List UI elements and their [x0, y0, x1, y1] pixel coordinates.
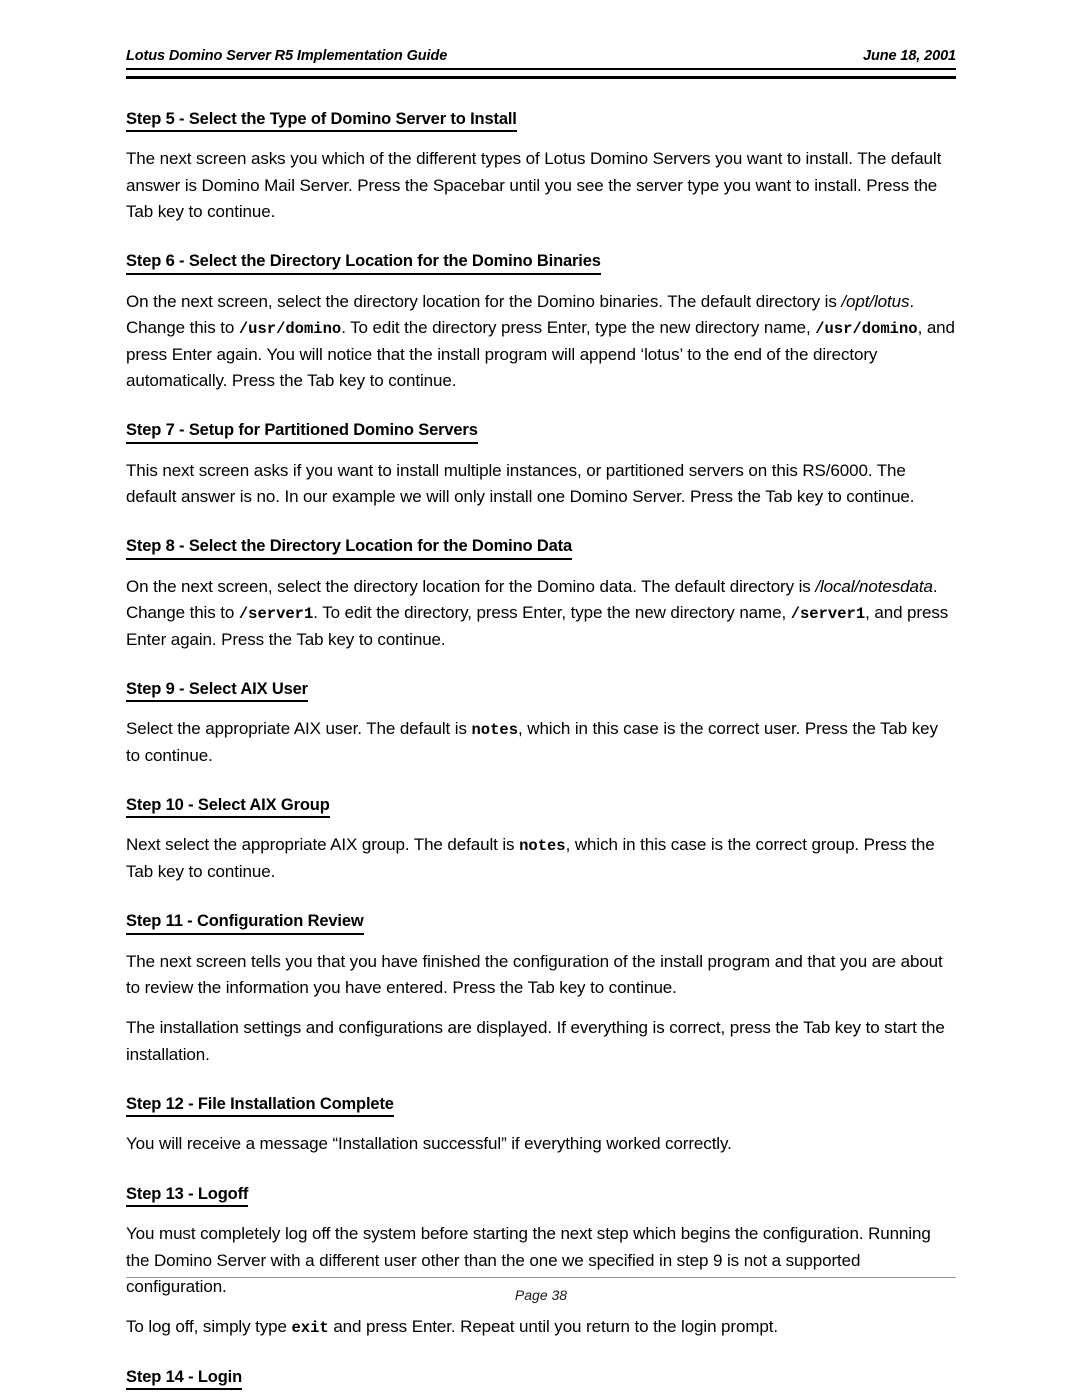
body-paragraph: The next screen tells you that you have … [126, 949, 956, 1002]
header-divider [126, 68, 956, 79]
code-run: /usr/domino [815, 320, 918, 339]
step-heading: Step 9 - Select AIX User [126, 679, 308, 703]
running-header: Lotus Domino Server R5 Implementation Gu… [126, 48, 956, 64]
emphasis-run: /local/notesdata [815, 576, 933, 596]
step-heading: Step 5 - Select the Type of Domino Serve… [126, 109, 517, 133]
body-paragraph: On the next screen, select the directory… [126, 574, 956, 653]
step-heading: Step 10 - Select AIX Group [126, 795, 330, 819]
section-heading-block: Step 14 - Login [126, 1367, 956, 1390]
code-run: /server1 [790, 605, 866, 624]
text-run: On the next screen, select the directory… [126, 291, 842, 311]
body-paragraph: This next screen asks if you want to ins… [126, 458, 956, 511]
body-paragraph: On the next screen, select the directory… [126, 289, 956, 394]
section-heading-block: Step 8 - Select the Directory Location f… [126, 536, 956, 560]
page-number: Page 38 [514, 1287, 568, 1303]
code-run: /usr/domino [238, 320, 342, 339]
text-run: The installation settings and configurat… [126, 1018, 945, 1064]
text-run: On the next screen, select the directory… [126, 576, 816, 596]
code-run: exit [291, 1319, 329, 1338]
section-heading-block: Step 10 - Select AIX Group [126, 795, 956, 819]
text-run: Next select the appropriate AIX group. T… [126, 835, 520, 855]
text-run: To log off, simply type [126, 1317, 292, 1337]
step-heading: Step 6 - Select the Directory Location f… [126, 251, 601, 275]
header-date: June 18, 2001 [862, 48, 956, 64]
body-paragraph: The installation settings and configurat… [126, 1015, 956, 1068]
footer-divider [126, 1277, 956, 1278]
text-run: The next screen asks you which of the di… [126, 149, 942, 222]
body-paragraph: The next screen asks you which of the di… [126, 146, 956, 225]
body-paragraph: Select the appropriate AIX user. The def… [126, 716, 956, 769]
page-content: Lotus Domino Server R5 Implementation Gu… [126, 48, 956, 1397]
section-heading-block: Step 9 - Select AIX User [126, 679, 956, 703]
step-heading: Step 14 - Login [126, 1367, 242, 1390]
text-run: . To edit the directory press Enter, typ… [341, 318, 816, 338]
body-paragraph: You will receive a message “Installation… [126, 1131, 956, 1157]
section-heading-block: Step 11 - Configuration Review [126, 911, 956, 935]
sections-container: Step 5 - Select the Type of Domino Serve… [126, 109, 956, 1397]
section-heading-block: Step 7 - Setup for Partitioned Domino Se… [126, 420, 956, 444]
document-page: Lotus Domino Server R5 Implementation Gu… [0, 0, 1080, 1397]
text-run: The next screen tells you that you have … [126, 951, 943, 997]
section-heading-block: Step 5 - Select the Type of Domino Serve… [126, 109, 956, 133]
code-run: /server1 [238, 605, 314, 624]
step-heading: Step 8 - Select the Directory Location f… [126, 536, 572, 560]
step-heading: Step 13 - Logoff [126, 1184, 248, 1208]
running-footer: Page 38 [126, 1277, 956, 1303]
text-run: . To edit the directory, press Enter, ty… [313, 603, 791, 623]
body-paragraph: To log off, simply type exit and press E… [126, 1314, 956, 1340]
step-heading: Step 11 - Configuration Review [126, 911, 364, 935]
text-run: You will receive a message “Installation… [126, 1134, 732, 1154]
text-run: Select the appropriate AIX user. The def… [126, 719, 472, 739]
step-heading: Step 7 - Setup for Partitioned Domino Se… [126, 420, 478, 444]
code-run: notes [471, 721, 519, 740]
code-run: notes [519, 837, 566, 856]
emphasis-run: /opt/lotus [841, 291, 910, 311]
section-heading-block: Step 12 - File Installation Complete [126, 1094, 956, 1118]
step-heading: Step 12 - File Installation Complete [126, 1094, 394, 1118]
section-heading-block: Step 13 - Logoff [126, 1184, 956, 1208]
text-run: and press Enter. Repeat until you return… [328, 1317, 778, 1337]
section-heading-block: Step 6 - Select the Directory Location f… [126, 251, 956, 275]
body-paragraph: Next select the appropriate AIX group. T… [126, 832, 956, 885]
header-title: Lotus Domino Server R5 Implementation Gu… [126, 48, 448, 64]
text-run: This next screen asks if you want to ins… [126, 460, 915, 507]
